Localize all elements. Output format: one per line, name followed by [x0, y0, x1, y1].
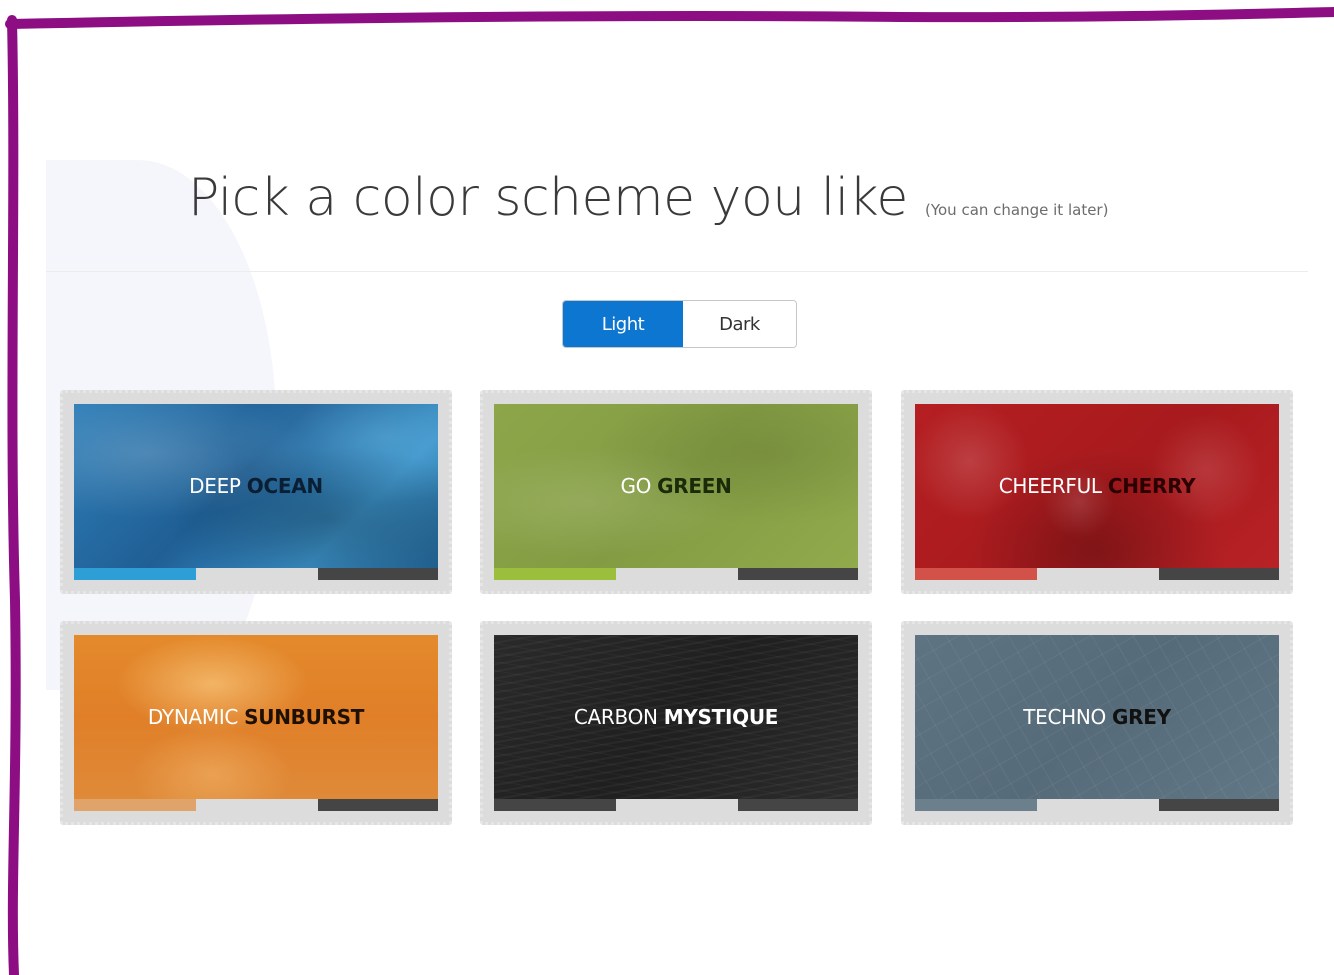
divider [46, 271, 1308, 272]
swatch-bar [74, 568, 438, 580]
scheme-preview-image: DEEP OCEAN [74, 404, 438, 568]
scheme-preview-image: CARBON MYSTIQUE [494, 635, 858, 799]
swatch-tertiary [1159, 568, 1279, 580]
scheme-preview-image: CHEERFUL CHERRY [915, 404, 1279, 568]
scheme-label: DEEP OCEAN [189, 474, 323, 498]
scheme-preview-image: GO GREEN [494, 404, 858, 568]
swatch-secondary [196, 799, 318, 811]
swatch-secondary [616, 799, 738, 811]
swatch-tertiary [738, 799, 858, 811]
scheme-label: CHEERFUL CHERRY [998, 474, 1196, 498]
scheme-label: DYNAMIC SUNBURST [147, 705, 365, 729]
swatch-secondary [196, 568, 318, 580]
swatch-primary [74, 568, 196, 580]
scheme-card-dynamic-sunburst[interactable]: DYNAMIC SUNBURST [60, 621, 452, 825]
light-mode-button[interactable]: Light [563, 301, 683, 347]
swatch-secondary [1037, 799, 1159, 811]
scheme-label: TECHNO GREY [1023, 705, 1171, 729]
swatch-primary [494, 799, 616, 811]
swatch-tertiary [318, 799, 438, 811]
swatch-primary [915, 799, 1037, 811]
swatch-tertiary [1159, 799, 1279, 811]
swatch-bar [74, 799, 438, 811]
swatch-bar [494, 799, 858, 811]
dark-mode-button[interactable]: Dark [683, 301, 796, 347]
page-title: Pick a color scheme you like [188, 168, 908, 228]
swatch-secondary [1037, 568, 1159, 580]
swatch-tertiary [318, 568, 438, 580]
scheme-card-deep-ocean[interactable]: DEEP OCEAN [60, 390, 452, 594]
scheme-label: CARBON MYSTIQUE [573, 705, 779, 729]
scheme-preview-image: DYNAMIC SUNBURST [74, 635, 438, 799]
swatch-bar [915, 568, 1279, 580]
mode-toggle: Light Dark [562, 300, 797, 348]
scheme-card-cheerful-cherry[interactable]: CHEERFUL CHERRY [901, 390, 1293, 594]
swatch-primary [74, 799, 196, 811]
swatch-secondary [616, 568, 738, 580]
scheme-preview-image: TECHNO GREY [915, 635, 1279, 799]
page-subtitle: (You can change it later) [924, 201, 1109, 219]
scheme-card-go-green[interactable]: GO GREEN [480, 390, 872, 594]
scheme-card-carbon-mystique[interactable]: CARBON MYSTIQUE [480, 621, 872, 825]
swatch-tertiary [738, 568, 858, 580]
swatch-primary [494, 568, 616, 580]
scheme-label: GO GREEN [620, 474, 732, 498]
swatch-bar [915, 799, 1279, 811]
page-heading: Pick a color scheme you like (You can ch… [188, 168, 1268, 248]
swatch-bar [494, 568, 858, 580]
scheme-card-techno-grey[interactable]: TECHNO GREY [901, 621, 1293, 825]
swatch-primary [915, 568, 1037, 580]
